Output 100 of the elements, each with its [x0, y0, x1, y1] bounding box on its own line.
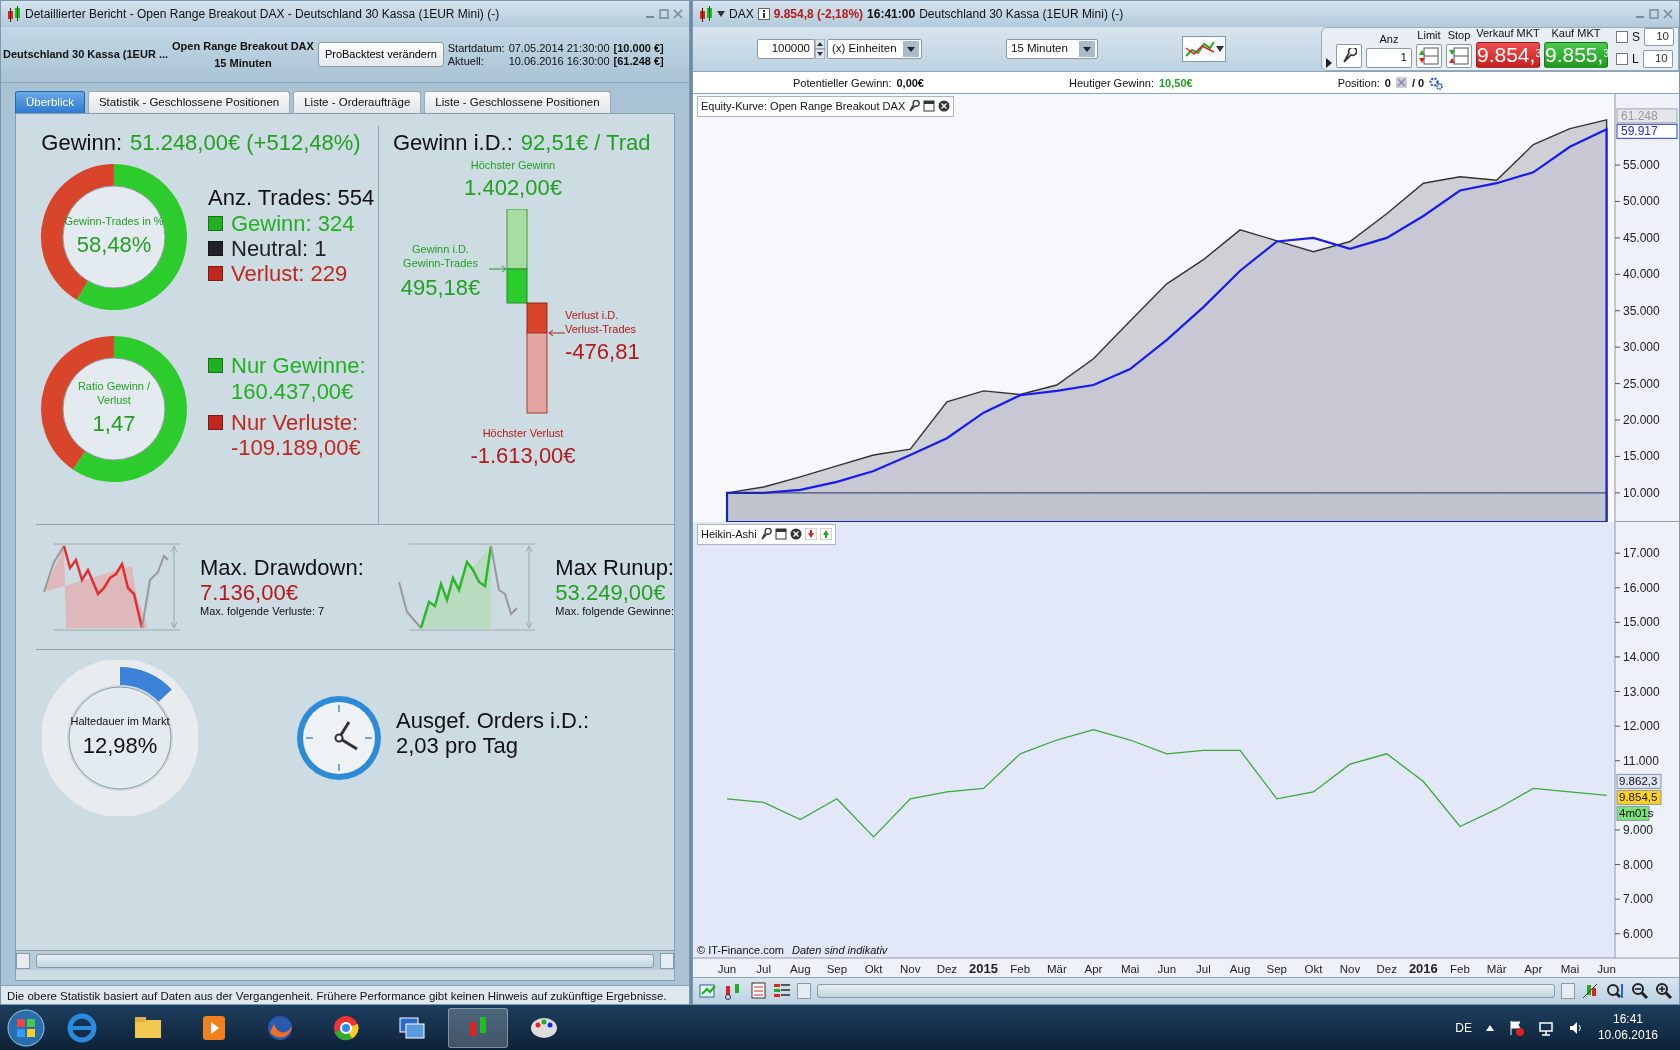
window-title: Detaillierter Bericht - Open Range Breakout DAX - Deutschland 30 Kassa (1EUR Mini) (-) [25, 6, 500, 23]
axis-tick-label: Dez [936, 963, 958, 976]
clock-icon [294, 693, 384, 783]
language-indicator[interactable]: DE [1455, 1018, 1472, 1037]
zoom-out-icon[interactable] [1631, 982, 1649, 1001]
axis-tick-label: Jun [1597, 963, 1616, 976]
zoom-fit-icon[interactable] [1605, 982, 1625, 1001]
window-icon[interactable] [774, 528, 787, 541]
modify-backtest-button[interactable]: ProBacktest verändern [317, 42, 444, 67]
avg-gain-value: 495,18€ [399, 275, 482, 301]
ring-caption: Ratio Gewinn / Verlust [76, 378, 152, 408]
source-text: © IT-Finance.com [697, 943, 784, 959]
y-tick-label: 15.000 [1623, 449, 1661, 464]
info-icon[interactable] [757, 7, 770, 20]
axis-tick-label: Apr [1524, 963, 1543, 976]
start-orb-icon[interactable] [6, 1007, 46, 1048]
down-arrow-icon[interactable] [804, 528, 817, 541]
axis-tick-label: 15.000 [1614, 449, 1660, 464]
close-icon[interactable] [938, 100, 951, 113]
close-icon[interactable] [789, 528, 802, 541]
clock-time: 16:41 [1612, 1011, 1643, 1028]
potential-profit-label: Potentieller Gewinn: [793, 75, 892, 91]
stop-order-button[interactable] [1446, 44, 1472, 69]
scrollbar-track[interactable] [817, 984, 1555, 999]
axis-tick-label: 30.000 [1614, 340, 1660, 355]
y-tick-label: 45.000 [1623, 231, 1661, 246]
checkbox[interactable] [1616, 31, 1628, 44]
interval-dropdown[interactable]: 15 Minuten [1006, 39, 1098, 60]
pane-title: Heikin-Ashi [701, 527, 757, 543]
template-icon[interactable] [751, 982, 767, 1001]
tab[interactable]: Statistik - Geschlossene Positionen [87, 90, 291, 113]
network-icon[interactable] [1537, 1019, 1554, 1036]
caret-icon[interactable] [717, 10, 725, 17]
close-position-icon[interactable] [1395, 77, 1407, 89]
candlestick-icon [7, 6, 21, 22]
browser-icon[interactable] [66, 1011, 98, 1044]
axis-tick-label: 14.000 [1614, 650, 1660, 665]
wrench-icon[interactable] [759, 528, 772, 541]
order-distance-field[interactable]: 10 [1642, 50, 1673, 69]
axis-tick-label: 25.000 [1614, 376, 1660, 391]
avg-loss-label: Verlust i.D. Verlust-Trades [565, 309, 638, 337]
sell-price-button[interactable]: 9.854,$^{3}$ [1476, 42, 1540, 69]
indicator-button[interactable] [1182, 36, 1226, 63]
window-icon[interactable] [923, 100, 936, 113]
quantity-field[interactable]: 100000 [757, 39, 815, 60]
order-distance-field[interactable]: 10 [1644, 28, 1674, 47]
checkbox[interactable] [1616, 53, 1628, 66]
y-tick-label: 15.000 [1623, 615, 1661, 630]
tab[interactable]: Liste - Orderaufträge [293, 90, 422, 113]
system-name: Open Range Breakout DAX [172, 39, 314, 54]
gear-icon[interactable] [1429, 75, 1444, 90]
settings-button[interactable] [1336, 44, 1362, 69]
start-date: 07.05.2014 21:30:00 [508, 41, 610, 55]
tab[interactable]: Liste - Geschlossene Positionen [424, 90, 611, 113]
chart-export-icon[interactable] [699, 982, 717, 1001]
ring-value: 12,98% [82, 731, 158, 760]
avg-gain-label: Gewinn i.D. Gewinn-Trades [402, 243, 479, 271]
axis-tick-label: Feb [1450, 963, 1470, 976]
y-tick-label: 7.000 [1623, 892, 1654, 907]
axis-tick-label: Okt [1304, 963, 1323, 976]
axis-tick-label: Sep [826, 963, 848, 976]
y-tick-label: 11.000 [1623, 754, 1660, 768]
scrollbar-thumb[interactable] [36, 953, 654, 968]
max-loss-value: -1.613,00€ [469, 443, 577, 469]
ring-value: 58,48% [76, 230, 152, 259]
axis-tick-label: Feb [1010, 963, 1031, 976]
limit-order-button[interactable] [1416, 44, 1442, 69]
candlestick-icon [699, 5, 713, 22]
pane-title: Equity-Kurve: Open Range Breakout DAX [701, 99, 906, 115]
show-hidden-icons-icon[interactable] [1485, 1024, 1494, 1031]
total-value: -109.189,00€ [230, 435, 362, 461]
expand-arrow-icon[interactable] [1326, 58, 1332, 69]
field-label: Aktuell: [447, 54, 485, 68]
window-title: Deutschland 30 Kassa (1EUR Mini) (-) [919, 5, 1124, 23]
taskbar-clock[interactable]: 16:41 10.06.2016 [1597, 1011, 1658, 1044]
axis-tick-label: Jul [756, 963, 771, 976]
autoscale-icon[interactable] [1581, 982, 1599, 1001]
flag-icon[interactable] [1507, 1019, 1524, 1036]
axis-tick-label: Mai [1120, 963, 1140, 976]
spinner-icon[interactable] [815, 39, 825, 60]
axis-tick-label: Mär [1046, 963, 1067, 976]
position-long: 0 [1384, 75, 1391, 91]
checkbox-label: S [1632, 29, 1640, 47]
y-tick-label: 50.000 [1623, 194, 1661, 209]
ring-caption: Gewinn-Trades in % [64, 213, 164, 228]
wrench-icon[interactable] [908, 100, 921, 113]
up-arrow-icon[interactable] [819, 528, 832, 541]
total-value: 160.437,00€ [230, 378, 355, 404]
clock-date: 10.06.2016 [1597, 1027, 1658, 1044]
axis-tick-label: 16.000 [1614, 581, 1660, 595]
unit-dropdown[interactable]: (x) Einheiten [827, 39, 922, 60]
quantity-field[interactable]: 1 [1366, 48, 1412, 69]
buy-label: Kauf MKT [1551, 25, 1601, 41]
axis-tick-label: Okt [864, 963, 883, 976]
profit-value: 51.248,00€ (+512,48%) [130, 130, 361, 156]
zoom-in-icon[interactable] [1655, 982, 1673, 1001]
max-gain-label: Höchster Gewinn [469, 159, 557, 174]
trade-type-label: Neutral: 1 [231, 235, 327, 262]
daily-profit-value: 92,51€ / Trad [520, 130, 651, 156]
field-label: Startdatum: [447, 41, 505, 55]
